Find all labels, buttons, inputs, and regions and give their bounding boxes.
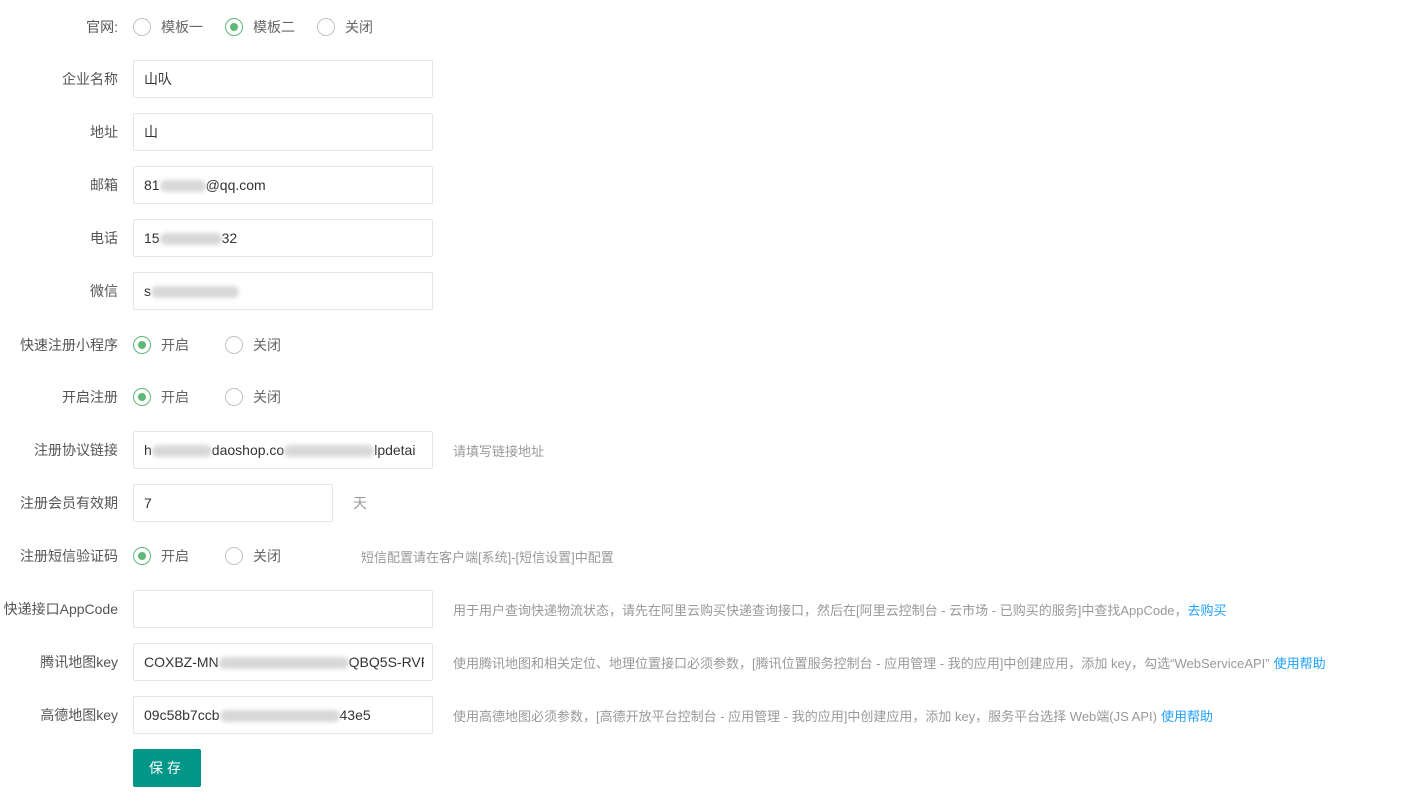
address-input[interactable] <box>133 113 433 151</box>
amap-input[interactable]: 09c58b7ccb 43e5 <box>133 696 433 734</box>
open-register-off[interactable]: 关闭 <box>225 387 281 407</box>
agreement-row: 注册协议链接 h daoshop.co lpdetai 请填写链接地址 <box>0 431 800 469</box>
tencent-map-hint: 使用腾讯地图和相关定位、地理位置接口必须参数，[腾讯位置服务控制台 - 应用管理… <box>453 655 1270 671</box>
radio-icon <box>225 547 243 565</box>
email-label: 邮箱 <box>90 177 118 193</box>
open-register-on[interactable]: 开启 <box>133 387 189 407</box>
radio-checked-icon <box>133 336 151 354</box>
tencent-map-row: 腾讯地图key COXBZ-MN QBQ5S-RVF 使用腾讯地图和相关定位、地理… <box>0 643 1411 681</box>
agreement-label: 注册协议链接 <box>34 442 118 458</box>
sms-verify-off[interactable]: 关闭 <box>225 546 281 566</box>
tencent-map-label: 腾讯地图key <box>40 654 118 670</box>
open-register-label: 开启注册 <box>62 389 118 405</box>
phone-label: 电话 <box>90 230 118 246</box>
radio-checked-icon <box>133 388 151 406</box>
tencent-help-link[interactable]: 使用帮助 <box>1274 653 1326 672</box>
appcode-input[interactable] <box>133 590 433 628</box>
site-row: 官网: 模板一 模板二 关闭 <box>0 8 600 46</box>
quick-register-row: 快速注册小程序 开启 关闭 <box>0 326 600 364</box>
member-period-label: 注册会员有效期 <box>20 495 118 511</box>
sms-verify-on[interactable]: 开启 <box>133 546 189 566</box>
quick-register-on[interactable]: 开启 <box>133 335 189 355</box>
quick-register-off[interactable]: 关闭 <box>225 335 281 355</box>
radio-checked-icon <box>225 18 243 36</box>
address-row: 地址 <box>0 113 600 151</box>
radio-icon <box>225 336 243 354</box>
agreement-hint: 请填写链接地址 <box>453 443 545 459</box>
email-row: 邮箱 81 @qq.com <box>0 166 600 204</box>
site-option-1[interactable]: 模板一 <box>133 17 203 37</box>
amap-row: 高德地图key 09c58b7ccb 43e5 使用高德地图必须参数，[高德开放平… <box>0 696 1411 734</box>
appcode-hint: 用于用户查询快递物流状态，请先在阿里云购买快递查询接口，然后在[阿里云控制台 -… <box>453 602 1188 618</box>
address-label: 地址 <box>90 124 118 140</box>
site-option-2[interactable]: 模板二 <box>225 17 295 37</box>
radio-icon <box>225 388 243 406</box>
radio-icon <box>317 18 335 36</box>
amap-label: 高德地图key <box>40 707 118 723</box>
member-period-row: 注册会员有效期 天 <box>0 484 600 522</box>
appcode-label: 快递接口AppCode <box>3 601 118 617</box>
sms-verify-row: 注册短信验证码 开启 关闭 短信配置请在客户端[系统]-[短信设置]中配置 <box>0 537 800 575</box>
company-label: 企业名称 <box>62 71 118 87</box>
site-label: 官网: <box>86 19 118 35</box>
member-period-input[interactable] <box>133 484 333 522</box>
company-row: 企业名称 <box>0 60 600 98</box>
site-option-close[interactable]: 关闭 <box>317 17 373 37</box>
buy-link[interactable]: 去购买 <box>1188 600 1227 619</box>
wechat-label: 微信 <box>90 283 118 299</box>
member-period-unit: 天 <box>353 495 367 511</box>
company-input[interactable] <box>133 60 433 98</box>
site-radio-group: 模板一 模板二 关闭 <box>133 8 395 46</box>
phone-input[interactable]: 15 32 <box>133 219 433 257</box>
wechat-row: 微信 s <box>0 272 600 310</box>
quick-register-label: 快速注册小程序 <box>20 337 118 353</box>
wechat-input[interactable]: s <box>133 272 433 310</box>
tencent-map-input[interactable]: COXBZ-MN QBQ5S-RVF <box>133 643 433 681</box>
appcode-row: 快递接口AppCode 用于用户查询快递物流状态，请先在阿里云购买快递查询接口，… <box>0 590 1411 628</box>
radio-checked-icon <box>133 547 151 565</box>
amap-help-link[interactable]: 使用帮助 <box>1161 706 1213 725</box>
phone-row: 电话 15 32 <box>0 219 600 257</box>
sms-verify-hint: 短信配置请在客户端[系统]-[短信设置]中配置 <box>361 549 614 565</box>
sms-verify-label: 注册短信验证码 <box>20 548 118 564</box>
agreement-input[interactable]: h daoshop.co lpdetai <box>133 431 433 469</box>
radio-icon <box>133 18 151 36</box>
amap-hint: 使用高德地图必须参数，[高德开放平台控制台 - 应用管理 - 我的应用]中创建应… <box>453 708 1157 724</box>
open-register-row: 开启注册 开启 关闭 <box>0 378 600 416</box>
save-button[interactable]: 保存 <box>133 749 201 787</box>
email-input[interactable]: 81 @qq.com <box>133 166 433 204</box>
